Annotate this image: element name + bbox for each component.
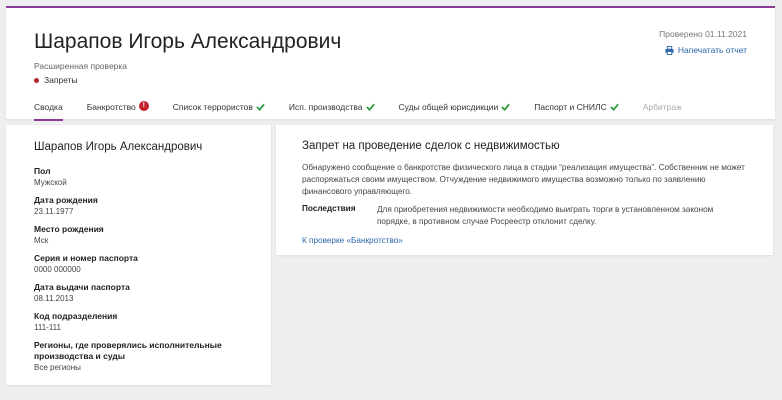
person-name: Шарапов Игорь Александрович [34, 141, 203, 153]
restriction-card: Запрет на проведение сделок с недвижимос… [276, 125, 773, 255]
consequences-label: Последствия [302, 204, 356, 213]
tab-courts[interactable]: Суды общей юрисдикции [399, 102, 511, 121]
printer-icon [665, 45, 674, 55]
consequences-row: Последствия Для приобретения недвижимост… [302, 204, 747, 228]
tab-passport[interactable]: Паспорт и СНИЛС [534, 102, 619, 121]
field-label: Регионы, где проверялись исполнительные … [34, 340, 222, 361]
field-value: Мск [34, 236, 49, 245]
check-icon [501, 103, 511, 111]
tab-bar: Сводка Банкротство ! Список террористов … [34, 101, 706, 121]
consequences-text: Для приобретения недвижимости необходимо… [377, 205, 714, 226]
status-dot-icon [34, 77, 39, 83]
tab-bankruptcy[interactable]: Банкротство ! [86, 101, 149, 121]
tab-terrorists[interactable]: Список террористов [173, 102, 265, 121]
status-badge: Запреты [34, 75, 78, 85]
field-value: 08.11.2013 [34, 294, 74, 303]
check-icon [609, 103, 619, 111]
field-value: Мужской [34, 178, 67, 187]
tab-label: Суды общей юрисдикции [398, 102, 499, 112]
restriction-title: Запрет на проведение сделок с недвижимос… [302, 140, 560, 152]
report-header: Шарапов Игорь Александрович Расширенная … [6, 6, 775, 121]
field-value: 23.11.1977 [34, 207, 74, 216]
tab-label: Паспорт и СНИЛС [534, 102, 607, 112]
tab-summary[interactable]: Сводка [34, 102, 63, 121]
tab-arbitration: Арбитраж [643, 102, 682, 121]
field-label: Дата рождения [34, 195, 98, 205]
tab-label: Банкротство [86, 102, 136, 112]
field-label: Пол [34, 166, 51, 176]
status-label: Запреты [44, 75, 78, 85]
tab-label: Сводка [34, 102, 63, 112]
field-value: 0000 000000 [34, 265, 81, 274]
field-value: Все регионы [34, 363, 81, 372]
tab-label: Исп. производства [288, 102, 363, 112]
field-label: Дата выдачи паспорта [34, 282, 130, 292]
print-report-label: Напечатать отчет [677, 45, 747, 55]
check-icon [256, 103, 265, 111]
check-type-label: Расширенная проверка [34, 61, 128, 71]
alert-icon: ! [138, 101, 149, 111]
field-value: 111-111 [34, 323, 61, 332]
bankruptcy-check-link[interactable]: К проверке «Банкротство» [302, 236, 747, 245]
print-report-link[interactable]: Напечатать отчет [665, 45, 747, 55]
person-card: Шарапов Игорь Александрович Пол Мужской … [6, 125, 271, 385]
field-label: Серия и номер паспорта [34, 253, 138, 263]
tab-label: Список террористов [172, 102, 253, 112]
check-icon [365, 103, 375, 111]
restriction-description: Обнаружено сообщение о банкротстве физич… [302, 163, 745, 196]
tab-enforcement[interactable]: Исп. производства [289, 102, 375, 121]
checked-date: Проверено 01.11.2021 [659, 29, 747, 39]
page-title: Шарапов Игорь Александрович [34, 30, 342, 53]
tab-label: Арбитраж [642, 102, 682, 112]
field-label: Код подразделения [34, 311, 118, 321]
field-label: Место рождения [34, 224, 104, 234]
